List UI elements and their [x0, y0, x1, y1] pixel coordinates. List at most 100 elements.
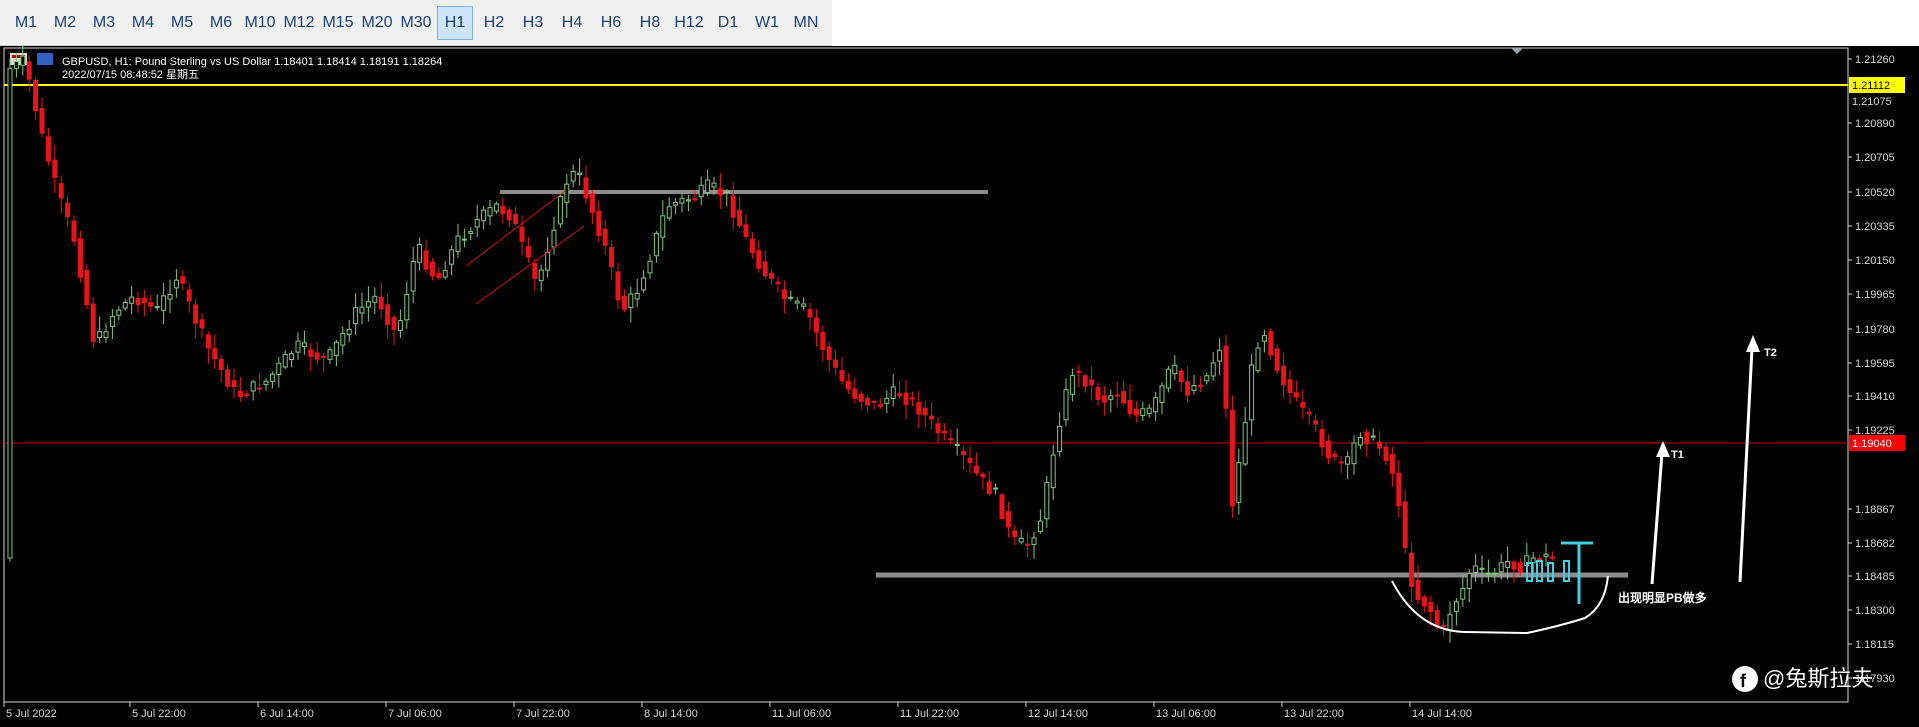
bear-candle	[922, 401, 928, 428]
timeframe-button-m6[interactable]: M6	[203, 6, 239, 40]
bear-candle	[1281, 352, 1287, 398]
bull-candle	[570, 164, 576, 188]
bear-candle	[225, 364, 231, 389]
bull-candle	[116, 306, 122, 321]
bear-candle	[1409, 542, 1415, 602]
bear-candle	[378, 282, 384, 319]
bear-candle	[391, 314, 397, 346]
timeframe-button-h1[interactable]: H1	[437, 5, 473, 40]
bear-candle	[231, 368, 237, 399]
price-label: 1.20890	[1855, 118, 1895, 130]
bull-candle	[1466, 568, 1472, 603]
bull-candle	[359, 292, 365, 325]
time-label: 8 Jul 14:00	[644, 708, 698, 720]
timeframe-button-m5[interactable]: M5	[164, 6, 200, 40]
svg-text:1.21112: 1.21112	[1852, 80, 1890, 92]
bear-candle	[986, 470, 992, 496]
bull-candle	[628, 286, 634, 323]
timeframe-button-w1[interactable]: W1	[749, 6, 785, 40]
bear-candle	[1287, 370, 1293, 404]
bull-candle	[685, 194, 691, 212]
bear-candle	[615, 262, 621, 310]
symbol-icon	[37, 53, 53, 65]
timeframe-button-h4[interactable]: H4	[554, 6, 590, 40]
timeframe-button-mn[interactable]: MN	[788, 6, 824, 40]
bear-candle	[1121, 381, 1127, 406]
yellow-price-tag: 1.21112	[1849, 77, 1905, 93]
timeframe-button-m20[interactable]: M20	[359, 6, 395, 40]
time-label: 11 Jul 22:00	[900, 708, 959, 720]
timeframe-button-m1[interactable]: M1	[8, 6, 44, 40]
timeframe-button-m10[interactable]: M10	[242, 6, 278, 40]
timeframe-button-m4[interactable]: M4	[125, 6, 161, 40]
bull-candle	[1479, 555, 1485, 584]
bull-candle	[788, 290, 794, 302]
bear-candle	[858, 390, 864, 410]
timeframe-button-h3[interactable]: H3	[515, 6, 551, 40]
timeframe-button-m15[interactable]: M15	[320, 6, 356, 40]
time-labels: 5 Jul 2022 5 Jul 22:00 6 Jul 14:00 7 Jul 06…	[3, 702, 1472, 720]
bear-candle	[308, 343, 314, 372]
bull-candle	[1485, 559, 1491, 582]
bear-candle	[961, 446, 967, 471]
bear-candle	[877, 398, 883, 409]
bear-candle	[1185, 366, 1191, 403]
chart-shift-marker[interactable]	[1511, 48, 1523, 54]
price-chart[interactable]: GBPUSD, H1: Pound Sterling vs US Dollar …	[0, 41, 1919, 722]
bull-candle	[1165, 366, 1171, 393]
timeframe-button-m2[interactable]: M2	[47, 6, 83, 40]
target-arrow-t1[interactable]: T1	[1650, 441, 1684, 585]
bear-candle	[532, 258, 538, 291]
t1-label: T1	[1671, 449, 1684, 461]
bull-candle	[1031, 531, 1037, 559]
bear-candle	[1268, 328, 1274, 360]
bear-candle	[1178, 367, 1184, 393]
bull-candle	[1153, 391, 1159, 421]
bull-candle	[673, 198, 679, 214]
bull-candle	[365, 286, 371, 322]
time-label: 5 Jul 22:00	[132, 708, 186, 720]
bull-candle	[404, 281, 410, 329]
bull-candle	[1236, 448, 1242, 515]
timeframe-button-h12[interactable]: H12	[671, 6, 707, 40]
bear-candle	[199, 312, 205, 339]
bull-candle	[289, 350, 295, 368]
chart-area[interactable]: GBPUSD, H1: Pound Sterling vs US Dollar …	[0, 41, 1919, 722]
bear-candle	[980, 472, 986, 490]
timeframe-button-m12[interactable]: M12	[281, 6, 317, 40]
bull-candle	[1037, 509, 1043, 534]
bear-candle	[769, 269, 775, 285]
bear-candle	[903, 379, 909, 420]
bear-candle	[1223, 334, 1229, 419]
bear-candle	[1127, 384, 1133, 417]
price-axis	[1848, 48, 1918, 702]
bear-candle	[929, 402, 935, 430]
bear-candle	[148, 294, 154, 312]
partial-price-label: 1.21075	[1852, 96, 1892, 108]
bear-candle	[1428, 595, 1434, 626]
timeframe-button-m30[interactable]: M30	[398, 6, 434, 40]
timeframe-button-h6[interactable]: H6	[593, 6, 629, 40]
bear-candle	[257, 373, 263, 394]
timeframe-button-d1[interactable]: D1	[710, 6, 746, 40]
bear-candle	[865, 395, 871, 413]
timeframe-button-h2[interactable]: H2	[476, 6, 512, 40]
bear-candle	[1025, 532, 1031, 558]
bear-candle	[999, 492, 1005, 521]
bear-candle	[845, 373, 851, 395]
price-label: 1.20520	[1855, 187, 1895, 199]
bear-candle	[775, 276, 781, 293]
bear-candle	[1114, 381, 1120, 408]
price-label: 1.19595	[1855, 358, 1895, 370]
bull-candle	[1172, 355, 1178, 381]
bear-candle	[1396, 460, 1402, 518]
bear-candle	[1338, 456, 1344, 473]
target-arrow-t2[interactable]: T2	[1738, 335, 1777, 583]
timeframe-button-h8[interactable]: H8	[632, 6, 668, 40]
watermark: f @兔斯拉夫	[1732, 666, 1873, 692]
bull-candle	[660, 200, 666, 251]
bull-candle	[653, 230, 659, 263]
bear-candle	[1421, 594, 1427, 613]
timeframe-button-m3[interactable]: M3	[86, 6, 122, 40]
bear-candle	[321, 353, 327, 372]
